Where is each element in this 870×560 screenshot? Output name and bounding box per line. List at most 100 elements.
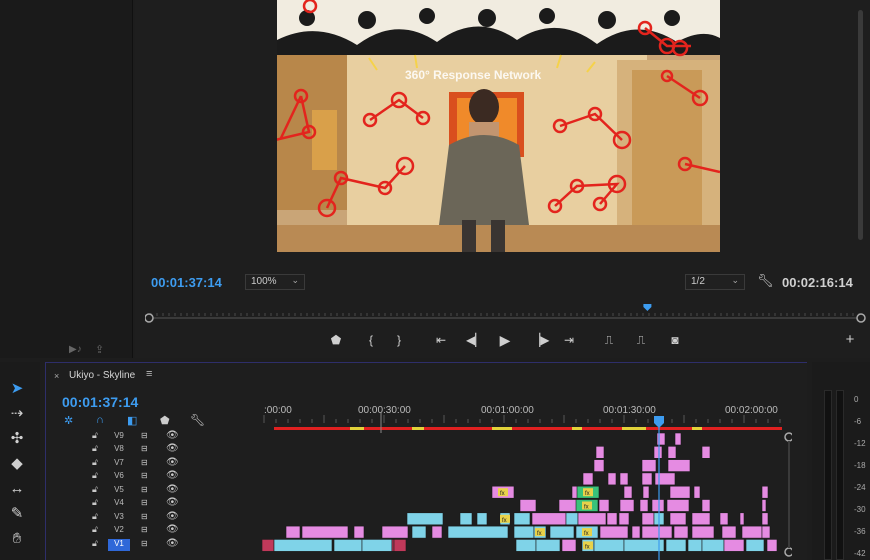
timeline-clip[interactable] <box>761 512 769 526</box>
timeline-clip[interactable] <box>618 512 630 526</box>
zoom-level-dropdown[interactable]: 100% ⌄ <box>245 274 305 290</box>
eye-icon[interactable]: 👁︎ <box>166 484 179 495</box>
linked-selection-icon[interactable]: ◧ <box>127 414 137 427</box>
timeline-clip[interactable] <box>766 539 778 552</box>
track-name[interactable]: V4 <box>108 498 130 510</box>
timeline-clip[interactable] <box>582 472 594 486</box>
sync-lock-icon[interactable]: ⊟ <box>141 512 148 521</box>
timeline-clip[interactable] <box>273 539 333 552</box>
lock-icon[interactable]: 🔓︎ <box>92 524 98 535</box>
timeline-clip[interactable] <box>599 525 629 539</box>
timeline-clip[interactable] <box>515 539 537 552</box>
lock-icon[interactable]: 🔓︎ <box>92 470 98 481</box>
timeline-clip[interactable] <box>561 539 577 552</box>
tab-menu-icon[interactable]: ≡ <box>146 368 152 380</box>
timeline-clip[interactable] <box>691 512 711 526</box>
insert-audio-icon[interactable]: ▶♪ <box>69 344 82 355</box>
timeline-vscroll-handle-bottom[interactable] <box>784 547 792 557</box>
track-name[interactable]: V8 <box>108 444 130 456</box>
monitor-scrub-bar[interactable] <box>144 302 867 328</box>
timeline-clip[interactable] <box>761 499 767 512</box>
track-header-v1[interactable]: 🔓︎ V1 ⊟ 👁︎ <box>48 538 218 551</box>
timeline-clip[interactable] <box>701 539 725 552</box>
lock-icon[interactable]: 🔓︎ <box>92 443 98 454</box>
timeline-clip[interactable] <box>719 512 729 526</box>
selection-tool-icon[interactable]: ➤ <box>7 379 27 399</box>
timeline-clip[interactable] <box>667 445 677 459</box>
timeline-vscroll-handle[interactable] <box>784 432 792 442</box>
track-header-v7[interactable]: 🔓︎ V7 ⊟ 👁︎ <box>48 457 218 470</box>
timeline-clip[interactable] <box>619 472 629 486</box>
timeline-clip[interactable] <box>654 472 676 486</box>
timeline-clip[interactable] <box>381 525 409 539</box>
timeline-clip[interactable] <box>606 512 618 526</box>
eye-icon[interactable]: 👁︎ <box>166 443 179 454</box>
timeline-clip[interactable] <box>641 472 653 486</box>
go-to-out-button[interactable]: ⇥ <box>562 333 576 347</box>
monitor-vscrollbar[interactable] <box>858 10 863 240</box>
step-back-button[interactable]: ◀▏ <box>466 333 484 347</box>
track-header-v2[interactable]: 🔓︎ V2 ⊟ 👁︎ <box>48 524 218 537</box>
timeline-clip[interactable] <box>665 539 687 552</box>
sync-lock-icon[interactable]: ⊟ <box>141 539 148 548</box>
track-name[interactable]: V3 <box>108 512 130 524</box>
hand-tool-icon[interactable]: ✋︎ <box>7 529 27 549</box>
timeline-clip[interactable] <box>623 485 633 499</box>
eye-icon[interactable]: 👁︎ <box>166 457 179 468</box>
timeline-clip[interactable] <box>476 512 488 526</box>
timeline-clip[interactable] <box>666 499 690 512</box>
in-handle[interactable] <box>144 313 154 323</box>
close-tab-icon[interactable]: × <box>54 371 59 381</box>
lock-icon[interactable]: 🔓︎ <box>92 457 98 468</box>
timeline-clip[interactable] <box>745 539 765 552</box>
timeline-clip[interactable] <box>431 525 443 539</box>
timeline-clip[interactable] <box>447 525 509 539</box>
timeline-clip[interactable] <box>353 525 365 539</box>
timeline-timecode[interactable]: 00:01:37:14 <box>62 394 138 410</box>
play-button[interactable]: ▶ <box>498 333 512 347</box>
timeline-clip[interactable] <box>653 445 663 459</box>
timeline-clip[interactable] <box>701 499 711 512</box>
track-header-v9[interactable]: 🔓︎ V9 ⊟ 👁︎ <box>48 430 218 443</box>
mark-out-button[interactable]: } <box>392 333 406 347</box>
timeline-clip[interactable] <box>361 539 393 552</box>
timeline-clip[interactable] <box>741 525 763 539</box>
eye-icon[interactable]: 👁︎ <box>166 470 179 481</box>
lock-icon[interactable]: 🔓︎ <box>92 497 98 508</box>
razor-tool-icon[interactable]: ◆ <box>7 454 27 474</box>
lock-icon[interactable]: 🔓︎ <box>92 538 98 549</box>
timeline-clip[interactable] <box>619 499 635 512</box>
track-header-v4[interactable]: 🔓︎ V4 ⊟ 👁︎ <box>48 497 218 510</box>
timeline-clip[interactable] <box>519 499 537 512</box>
timeline-clip[interactable] <box>674 432 682 446</box>
eye-icon[interactable]: 👁︎ <box>166 430 179 441</box>
sequence-tab[interactable]: Ukiyo - Skyline <box>69 370 135 381</box>
timeline-clip[interactable] <box>669 485 691 499</box>
timeline-clip[interactable] <box>656 432 666 446</box>
timeline-clip[interactable] <box>631 525 641 539</box>
timeline-clip[interactable] <box>301 525 349 539</box>
snap-icon[interactable]: ✲ <box>64 414 73 427</box>
track-header-v6[interactable]: 🔓︎ V6 ⊟ 👁︎ <box>48 470 218 483</box>
timeline-clip[interactable] <box>333 539 363 552</box>
timeline-clip[interactable] <box>531 512 567 526</box>
sync-lock-icon[interactable]: ⊟ <box>141 485 148 494</box>
timeline-clip[interactable] <box>598 499 610 512</box>
track-header-v8[interactable]: 🔓︎ V8 ⊟ 👁︎ <box>48 443 218 456</box>
timeline-clip[interactable] <box>669 512 687 526</box>
sync-lock-icon[interactable]: ⊟ <box>141 471 148 480</box>
timeline-clip[interactable] <box>406 512 444 526</box>
out-handle[interactable] <box>856 313 866 323</box>
track-select-tool-icon[interactable]: ⇢ <box>7 404 27 424</box>
timeline-clip[interactable] <box>761 485 769 499</box>
current-timecode[interactable]: 00:01:37:14 <box>151 275 222 290</box>
step-forward-button[interactable]: ▕▶ <box>531 333 549 347</box>
lock-icon[interactable]: 🔓︎ <box>92 430 98 441</box>
export-icon[interactable]: ⇪ <box>95 343 104 356</box>
timeline-clip[interactable] <box>393 539 407 552</box>
go-to-in-button[interactable]: ⇤ <box>434 333 448 347</box>
extract-button[interactable]: ⎍ <box>634 333 648 347</box>
timeline-clip[interactable] <box>691 525 715 539</box>
lock-icon[interactable]: 🔓︎ <box>92 511 98 522</box>
track-name[interactable]: V9 <box>108 431 130 443</box>
